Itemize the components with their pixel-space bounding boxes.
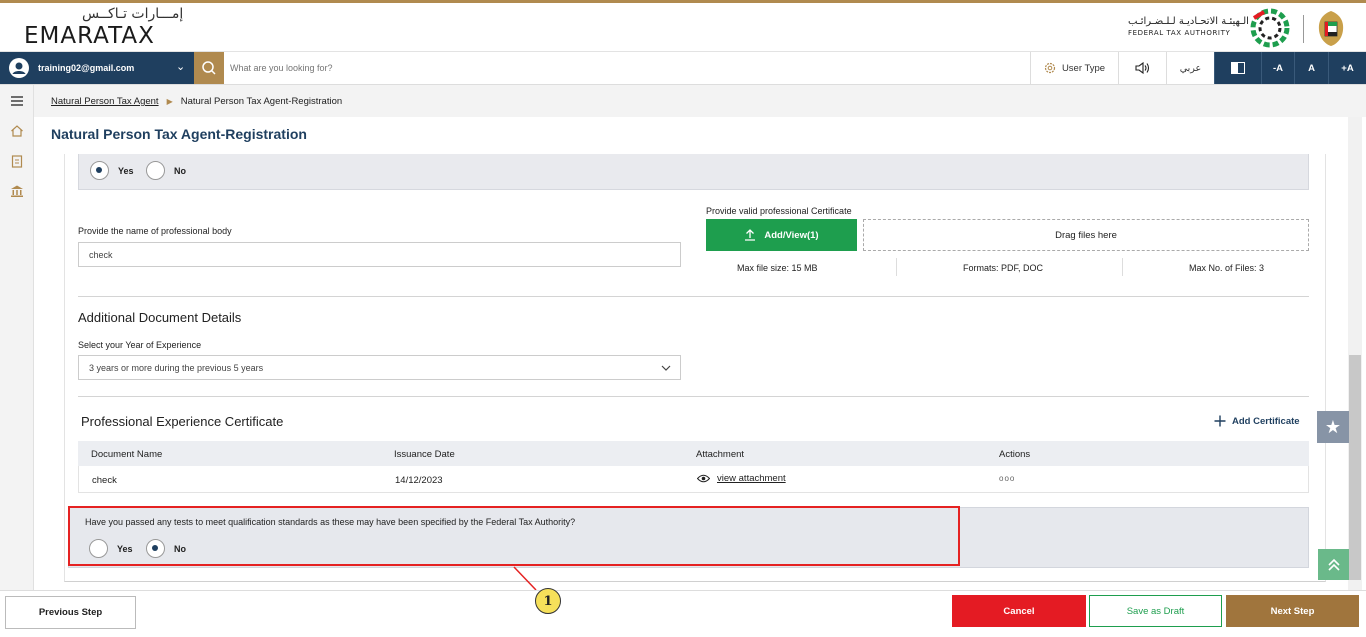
add-certificate-button[interactable]: Add Certificate <box>1214 415 1300 427</box>
font-increase-button[interactable]: +A <box>1328 52 1366 84</box>
font-normal-button[interactable]: A <box>1294 52 1328 84</box>
hamburger-menu-icon[interactable] <box>10 94 24 108</box>
column-header: Document Name <box>91 449 163 460</box>
experience-selected-value: 3 years or more during the previous 5 ye… <box>89 362 264 373</box>
cancel-button[interactable]: Cancel <box>952 595 1086 627</box>
qualification-question-text: Have you passed any tests to meet qualif… <box>85 517 576 527</box>
qualification-yes-radio[interactable] <box>89 539 108 558</box>
header-divider <box>1303 15 1304 43</box>
membership-no-radio[interactable] <box>146 161 165 180</box>
site-header: إمـــارات تـاكــس EMARATAX الـهيئـة الات… <box>0 3 1366 52</box>
plus-icon <box>1214 415 1226 427</box>
contrast-toggle[interactable] <box>1214 52 1261 84</box>
issuance-date-cell: 14/12/2023 <box>395 475 443 486</box>
column-header: Actions <box>999 449 1031 460</box>
membership-question-panel: Yes No <box>78 154 1309 190</box>
section-divider <box>78 396 1309 397</box>
language-toggle[interactable]: عربي <box>1166 52 1214 84</box>
scrollbar-thumb[interactable] <box>1349 355 1361 580</box>
clipboard-icon[interactable] <box>10 154 24 168</box>
membership-yes-label: Yes <box>118 166 134 176</box>
top-navbar: training02@gmail.com ⌄ User Type عربي -A… <box>0 52 1366 85</box>
view-attachment-label: view attachment <box>717 473 786 484</box>
add-view-certificate-button[interactable]: Add/View(1) <box>706 219 857 251</box>
search-icon <box>202 61 216 75</box>
section-divider <box>78 296 1309 297</box>
table-row: check 14/12/2023 view attachment ooo <box>78 466 1309 493</box>
membership-yes-radio[interactable] <box>90 161 109 180</box>
max-files-text: Max No. of Files: 3 <box>1189 263 1265 273</box>
qualification-no-label: No <box>174 544 186 554</box>
add-certificate-label: Add Certificate <box>1232 415 1300 427</box>
meta-divider <box>896 258 897 276</box>
page-title: Natural Person Tax Agent-Registration <box>51 126 307 142</box>
next-step-button[interactable]: Next Step <box>1226 595 1359 627</box>
max-file-size-text: Max file size: 15 MB <box>737 263 818 273</box>
column-header: Attachment <box>696 449 745 460</box>
home-icon[interactable] <box>10 124 24 138</box>
contrast-icon <box>1231 62 1245 74</box>
breadcrumb-current: Natural Person Tax Agent-Registration <box>180 96 343 107</box>
breadcrumb-bar: Natural Person Tax Agent ▶ Natural Perso… <box>34 85 1366 117</box>
breadcrumb: Natural Person Tax Agent ▶ Natural Perso… <box>51 96 342 107</box>
action-footer: Previous Step Cancel Save as Draft Next … <box>0 590 1366 637</box>
experience-select[interactable]: 3 years or more during the previous 5 ye… <box>78 355 681 380</box>
fta-logo-icon <box>1250 8 1290 48</box>
professional-body-label: Provide the name of professional body <box>78 226 232 236</box>
add-view-label: Add/View(1) <box>764 229 819 241</box>
qualification-yes-label: Yes <box>117 544 133 554</box>
professional-body-field[interactable]: check <box>78 242 681 267</box>
logo-english[interactable]: EMARATAX <box>24 23 155 49</box>
document-name-cell: check <box>92 475 117 486</box>
certificate-table-header: Document Name Issuance Date Attachment A… <box>78 441 1309 466</box>
previous-step-button[interactable]: Previous Step <box>5 596 136 629</box>
additional-docs-heading: Additional Document Details <box>78 310 242 325</box>
authority-name-english: FEDERAL TAX AUTHORITY <box>1128 29 1231 37</box>
user-type-label: User Type <box>1061 62 1106 74</box>
audio-button[interactable] <box>1118 52 1166 84</box>
chevron-down-icon: ⌄ <box>176 61 186 73</box>
font-decrease-button[interactable]: -A <box>1261 52 1294 84</box>
file-drop-zone[interactable]: Drag files here <box>863 219 1309 251</box>
user-avatar-icon <box>9 58 29 78</box>
bank-icon[interactable] <box>10 184 24 198</box>
breadcrumb-parent-link[interactable]: Natural Person Tax Agent <box>51 96 159 107</box>
chevron-down-icon <box>661 365 671 371</box>
user-email: training02@gmail.com <box>38 63 135 73</box>
actions-menu[interactable]: ooo <box>999 474 1015 483</box>
speaker-icon <box>1134 62 1149 74</box>
double-chevron-up-icon <box>1327 558 1340 571</box>
upload-icon <box>745 229 756 241</box>
experience-label: Select your Year of Experience <box>78 340 202 350</box>
qualification-question-highlight: Have you passed any tests to meet qualif… <box>68 506 960 566</box>
eye-icon <box>697 474 710 483</box>
scroll-to-top-button[interactable] <box>1318 549 1349 580</box>
experience-certificate-heading: Professional Experience Certificate <box>81 414 284 429</box>
gear-icon <box>1044 62 1056 74</box>
certificate-upload-label: Provide valid professional Certificate <box>706 206 852 216</box>
authority-name-arabic: الـهيئـة الاتحـاديـة لـلـضـرائـب <box>1128 16 1249 27</box>
favorite-button[interactable]: ★ <box>1317 411 1349 443</box>
meta-divider <box>1122 258 1123 276</box>
qualification-no-radio[interactable] <box>146 539 165 558</box>
membership-no-label: No <box>174 166 186 176</box>
logo-arabic: إمـــارات تـاكــس <box>82 6 184 22</box>
search-button[interactable] <box>194 52 224 84</box>
uae-emblem-icon <box>1318 11 1344 46</box>
save-draft-button[interactable]: Save as Draft <box>1089 595 1222 627</box>
column-header: Issuance Date <box>394 449 455 460</box>
user-menu[interactable]: training02@gmail.com ⌄ <box>0 52 194 84</box>
user-type-button[interactable]: User Type <box>1030 52 1118 84</box>
search-input[interactable] <box>230 56 1020 80</box>
star-icon: ★ <box>1324 416 1342 437</box>
breadcrumb-arrow-icon: ▶ <box>166 97 173 106</box>
left-sidebar <box>0 85 34 590</box>
callout-number-badge: 1 <box>535 588 561 614</box>
view-attachment-link[interactable]: view attachment <box>697 473 786 484</box>
file-formats-text: Formats: PDF, DOC <box>963 263 1044 273</box>
